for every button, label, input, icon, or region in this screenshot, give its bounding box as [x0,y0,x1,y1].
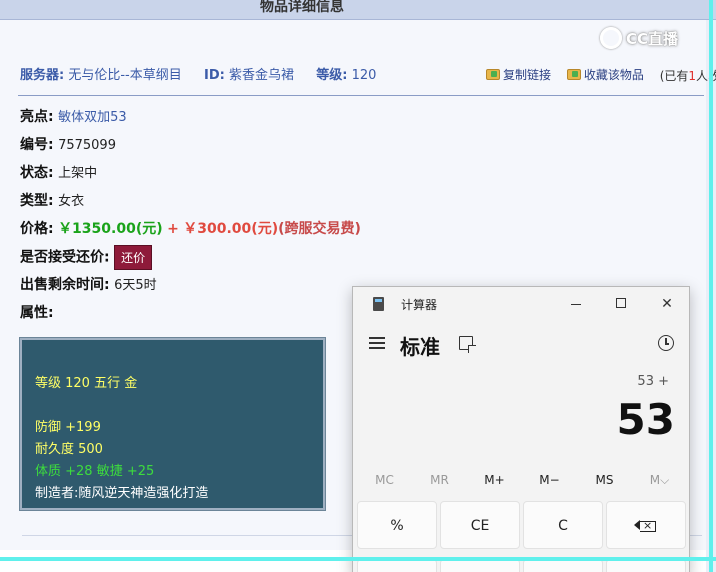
memory-recall-button[interactable]: MR [412,473,467,493]
id-value: 紫香金乌裙 [228,68,294,83]
highlight-field: 亮点: 敏体双加53 [20,106,127,126]
bargain-field: 是否接受还价: 还价 [20,245,153,270]
calculator-window[interactable]: 计算器 ✕ 标准 53 + 53 MC MR M+ M− MS M⌵ % CE … [352,286,690,572]
status-field: 状态: 上架中 [20,162,97,182]
highlight-value: 敏体双加53 [58,110,127,125]
calculator-app-icon [373,297,384,311]
minimize-button[interactable] [564,293,588,315]
server-value: 无与伦比--本草纲目 [68,68,182,83]
copy-link-label: 复制链接 [503,68,552,82]
memory-row: MC MR M+ M− MS M⌵ [357,473,687,493]
highlight-label: 亮点: [20,109,54,125]
clear-entry-key[interactable]: CE [440,501,520,549]
capture-border-right [709,0,713,572]
capture-border-bottom [0,557,716,561]
time-left-value: 6天5时 [114,278,157,293]
favorite-item-button[interactable]: 收藏该物品 [566,66,644,83]
level-label: 等级: [316,68,348,83]
clear-key[interactable]: C [523,501,603,549]
memory-store-button[interactable]: MS [577,473,632,493]
maximize-icon [616,298,626,308]
close-icon: ✕ [661,296,673,312]
info-divider [18,95,704,96]
close-button[interactable]: ✕ [655,293,679,315]
fee-value: ￥300.00(元) [183,221,279,237]
copy-folder-icon [486,69,500,80]
attr-maker: 制造者:随风逆天神造强化打造 [35,486,209,501]
backspace-icon [634,517,656,535]
menu-hamburger-icon[interactable] [369,337,385,349]
status-label: 状态: [20,165,54,181]
serial-field: 编号: 7575099 [20,134,116,154]
cc-logo-icon [600,27,622,49]
bargain-button[interactable]: 还价 [114,245,153,270]
favorite-label: 收藏该物品 [583,68,644,82]
type-label: 类型: [20,193,54,209]
calculator-titlebar[interactable]: 计算器 ✕ [353,287,689,319]
price-value: ￥1350.00(元) [58,221,163,237]
memory-subtract-button[interactable]: M− [522,473,577,493]
maximize-button[interactable] [609,293,633,315]
attr-defense: 防御 +199 [35,420,101,435]
backspace-key[interactable] [606,501,686,549]
bargain-label: 是否接受还价: [20,249,110,266]
calculator-window-title: 计算器 [401,298,438,312]
item-actions: 复制链接 收藏该物品 (已有1人收 [486,66,716,84]
level-value: 120 [351,68,377,83]
memory-add-button[interactable]: M+ [467,473,522,493]
status-value: 上架中 [58,166,98,181]
favorite-folder-icon [566,69,581,80]
type-field: 类型: 女衣 [20,190,84,210]
memory-list-button[interactable]: M⌵ [632,473,687,493]
attr-durability: 耐久度 500 [35,442,103,457]
price-field: 价格: ￥1350.00(元) + ￥300.00(元)(跨服交易费) [20,218,361,238]
logo-text: CC直播 [626,29,679,48]
time-left-field: 出售剩余时间: 6天5时 [20,274,157,294]
calculator-mode-title: 标准 [400,335,440,359]
id-label: ID: [204,68,225,83]
copy-link-button[interactable]: 复制链接 [486,66,551,83]
price-label: 价格: [20,221,54,237]
attributes-panel: 等级 120 五行 金 防御 +199 耐久度 500 体质 +28 敏捷 +2… [19,337,326,511]
percent-key[interactable]: % [357,501,437,549]
time-left-label: 出售剩余时间: [20,277,110,293]
keep-on-top-icon[interactable] [459,336,476,353]
price-plus: + [167,221,179,237]
memory-clear-button[interactable]: MC [357,473,412,493]
favorite-count: (已有1人收 [659,69,716,83]
attributes-label: 属性: [20,305,54,321]
attr-bonus: 体质 +28 敏捷 +25 [35,464,155,479]
server-label: 服务器: [20,68,65,83]
cc-live-logo: CC直播 [600,26,678,50]
serial-label: 编号: [20,137,54,153]
calculator-display: 53 [616,395,675,444]
attr-level-element: 等级 120 五行 金 [35,376,138,391]
favorite-count-number: 1 [688,69,697,83]
serial-value: 7575099 [58,138,116,153]
history-icon[interactable] [658,335,674,351]
page-title: 物品详细信息 [260,0,344,15]
calculator-expression: 53 + [637,374,669,389]
fee-note: (跨服交易费) [278,221,361,237]
page-header-bar: 物品详细信息 [0,0,716,20]
minimize-icon [571,303,581,305]
attributes-field: 属性: [20,302,54,322]
type-value: 女衣 [58,194,85,209]
